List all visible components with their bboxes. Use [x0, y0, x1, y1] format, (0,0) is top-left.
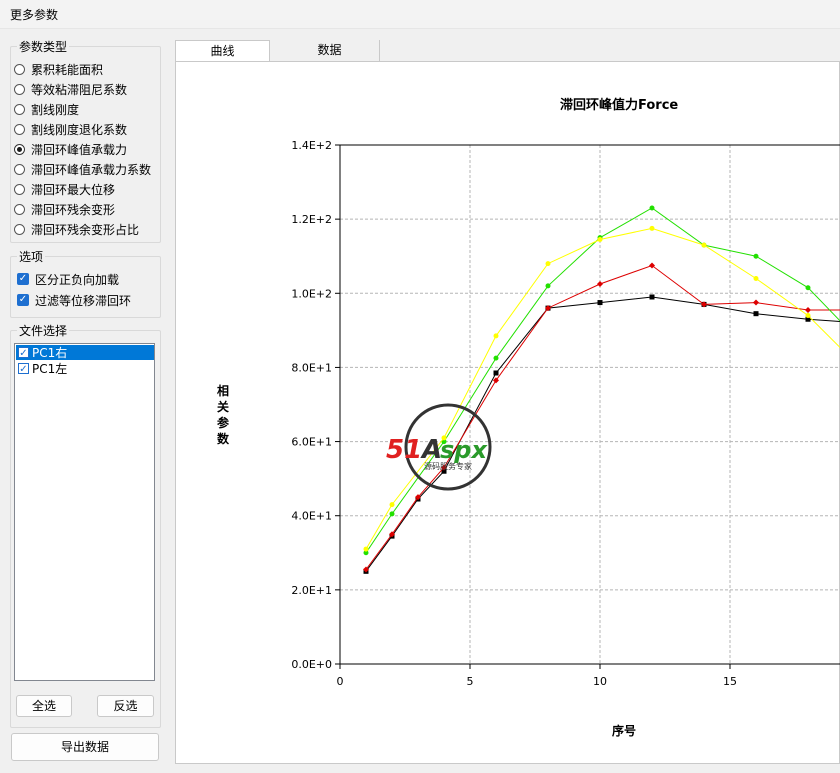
data-point: [597, 300, 603, 306]
data-point: [545, 283, 551, 289]
data-point: [649, 205, 655, 211]
data-point: [753, 253, 759, 259]
data-point: [805, 285, 811, 291]
data-point: [753, 311, 759, 317]
watermark-brand-51: 51: [386, 435, 422, 465]
y-tick-label: 6.0E+1: [291, 436, 332, 449]
x-tick-label: 5: [467, 675, 474, 688]
data-point: [493, 333, 499, 339]
series-line: [365, 207, 840, 554]
data-point: [389, 502, 395, 508]
data-point: [389, 511, 395, 517]
series-line: [365, 227, 840, 550]
data-point: [649, 225, 655, 231]
x-tick-label: 0: [337, 675, 344, 688]
data-point: [701, 242, 707, 248]
data-point: [493, 370, 499, 376]
watermark-brand-spx: spx: [440, 436, 488, 464]
chart-plot: 0.0E+0 2.0E+1 4.0E+1 6.0E+1 8.0E+1 1.0E+2 1.2E…: [291, 139, 840, 688]
data-point: [649, 294, 655, 300]
y-tick-label: 1.2E+2: [291, 213, 332, 226]
y-tick-label: 4.0E+1: [291, 510, 332, 523]
data-point: [753, 299, 759, 306]
data-point: [597, 237, 603, 243]
y-tick-label: 0.0E+0: [291, 658, 332, 671]
y-tick-label: 2.0E+1: [291, 584, 332, 597]
data-point: [753, 275, 759, 281]
data-point: [493, 355, 499, 361]
watermark-brand-aspx: A: [420, 435, 442, 465]
x-tick-label: 15: [723, 675, 737, 688]
x-tick-label: 10: [593, 675, 607, 688]
data-point: [545, 261, 551, 267]
data-point: [597, 281, 603, 288]
watermark-tagline: 源码服务专家: [424, 461, 472, 471]
series-line: [365, 264, 840, 570]
data-point: [363, 546, 369, 552]
data-point: [805, 306, 811, 313]
y-tick-label: 1.0E+2: [291, 287, 332, 300]
watermark-logo: 51 Aspx源码服务专家: [386, 403, 492, 491]
y-tick-label: 1.4E+2: [291, 139, 332, 152]
data-point: [805, 313, 811, 319]
y-tick-label: 8.0E+1: [291, 361, 332, 374]
